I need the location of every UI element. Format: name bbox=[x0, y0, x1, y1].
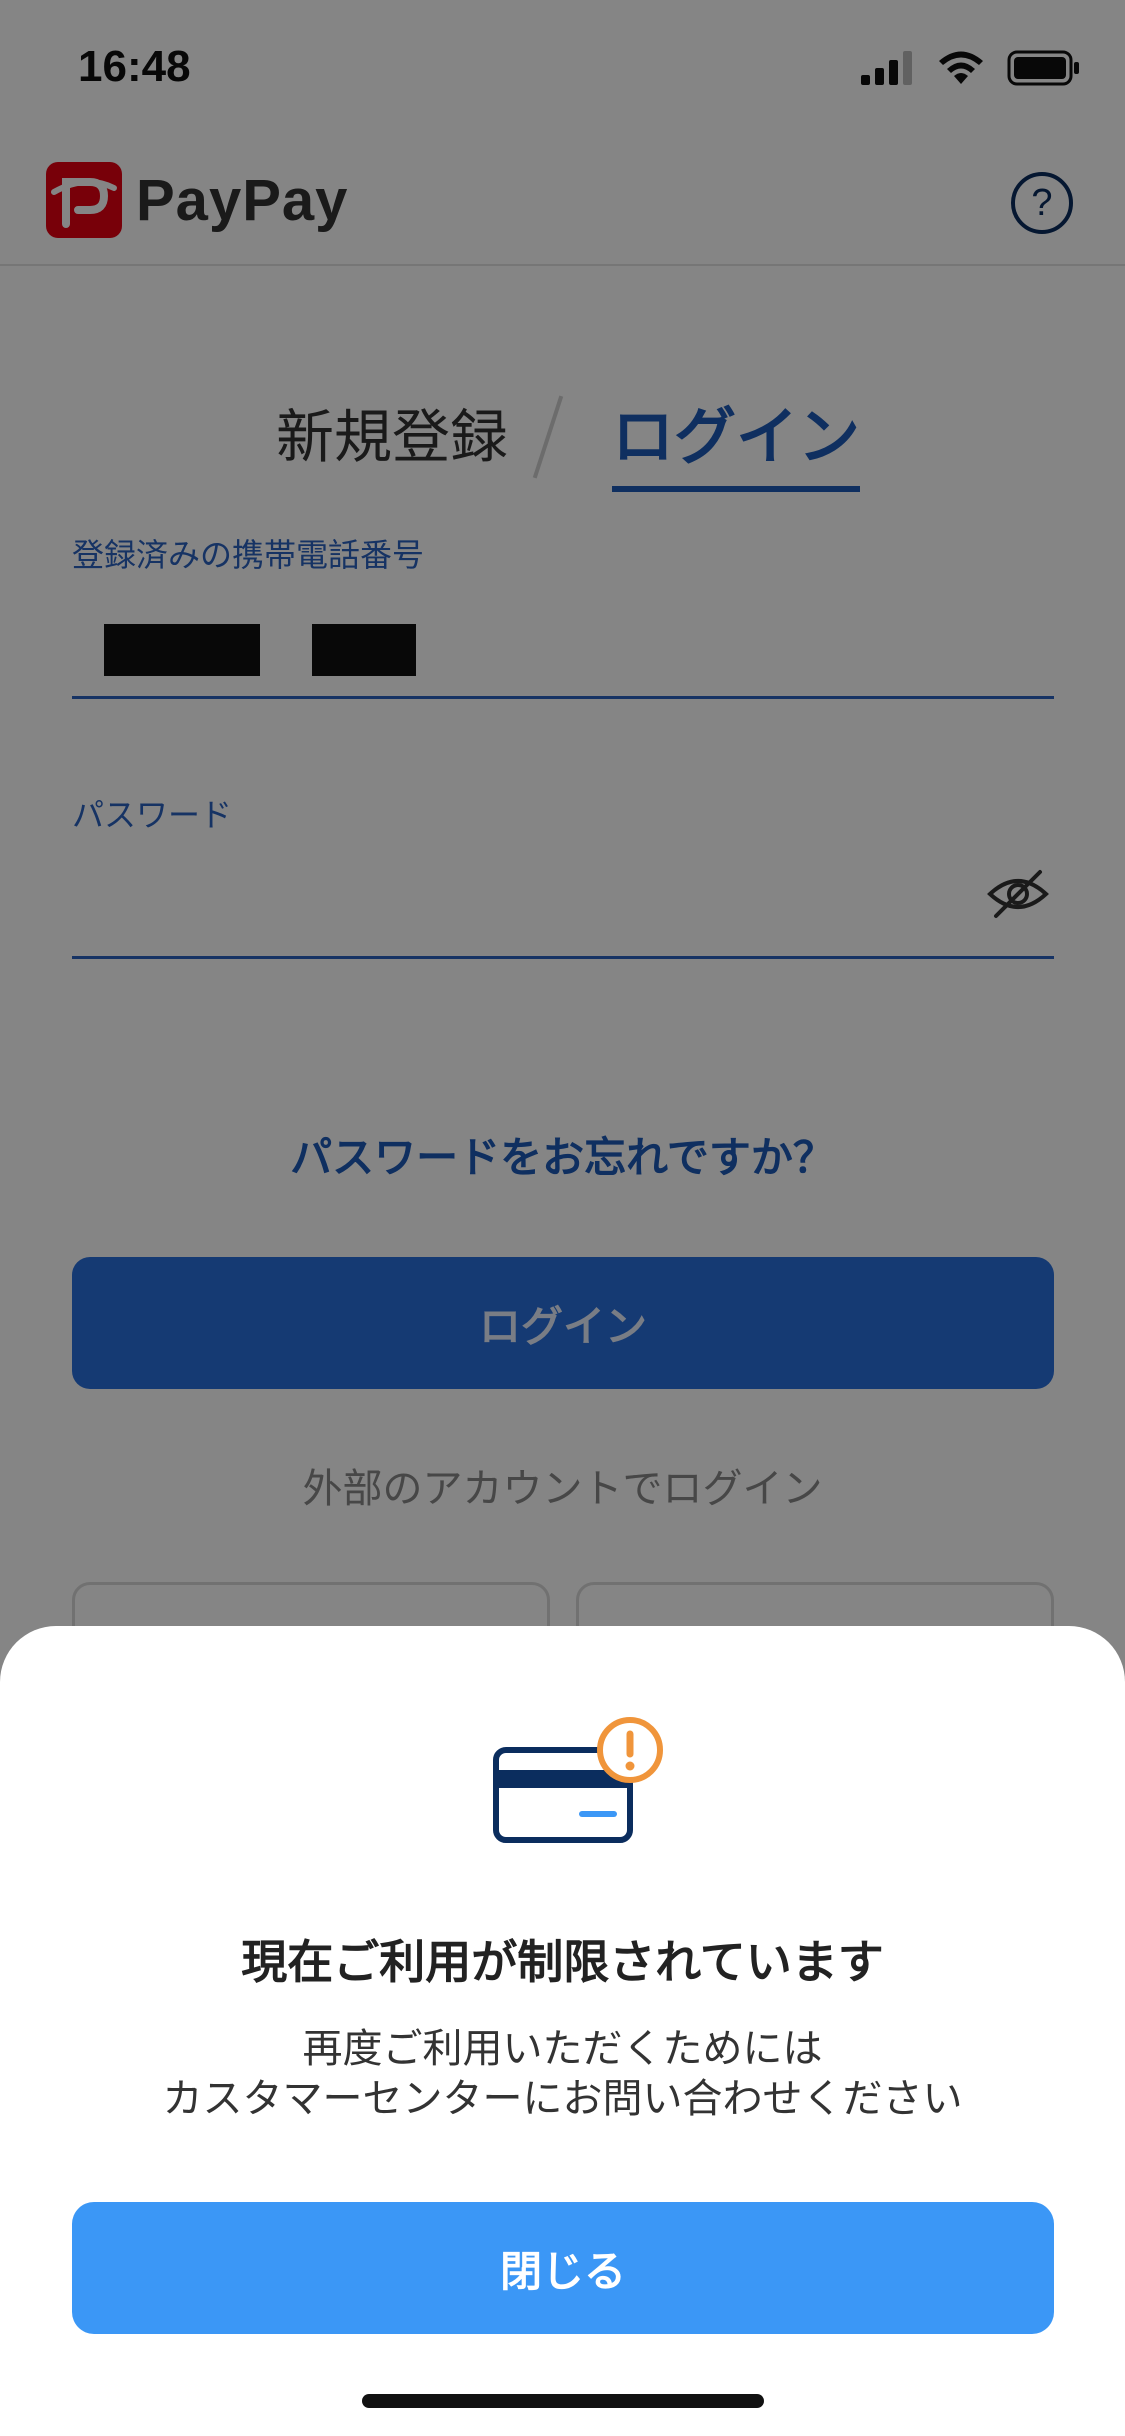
dialog-message: 再度ご利用いただくためには カスタマーセンターにお問い合わせください bbox=[0, 2024, 1125, 2124]
home-indicator[interactable] bbox=[362, 2394, 764, 2408]
close-button[interactable]: 閉じる bbox=[72, 2202, 1054, 2334]
dialog-title: 現在ご利用が制限されています bbox=[241, 1935, 884, 1989]
restriction-dialog: 現在ご利用が制限されています 再度ご利用いただくためには カスタマーセンターにお… bbox=[0, 1626, 1125, 2436]
dialog-message-line: 再度ご利用いただくためには bbox=[302, 2026, 823, 2072]
dialog-message-line: カスタマーセンターにお問い合わせください bbox=[162, 2076, 963, 2122]
credit-card-warning-icon bbox=[493, 1717, 663, 1843]
